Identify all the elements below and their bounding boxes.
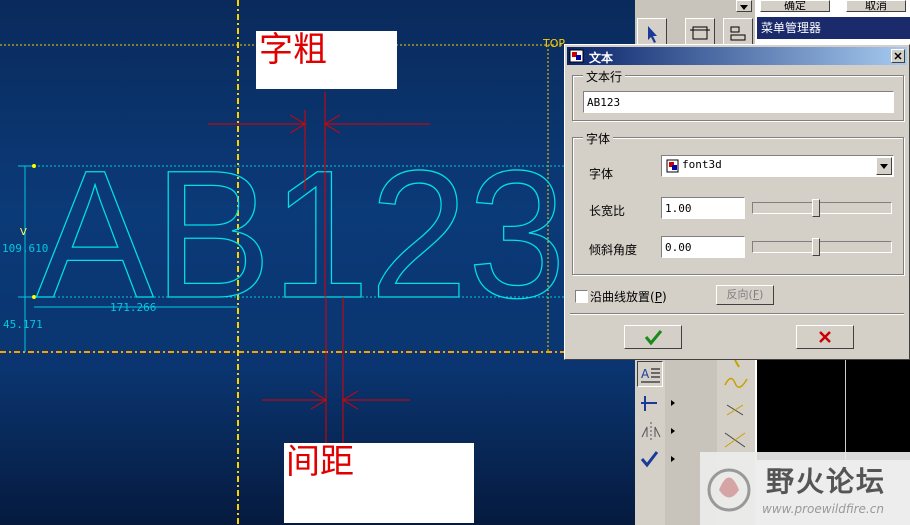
- text-tool-button[interactable]: A: [637, 361, 663, 387]
- dialog-ok-button[interactable]: [624, 325, 682, 349]
- text-preview[interactable]: AB123: [35, 131, 566, 336]
- anno-spacing-box: 间距: [284, 443, 474, 523]
- slant-angle-label: 倾斜角度: [589, 243, 638, 257]
- curve-checkbox-label: 沿曲线放置(P): [590, 290, 667, 304]
- right-panel: [757, 360, 910, 460]
- watermark-site-name: 野火论坛: [766, 465, 887, 498]
- text-dialog: 文本 文本行 字体 字体 font3d 长宽比 倾斜角度 沿曲线放置(P) 反向…: [564, 44, 910, 360]
- aspect-ratio-slider[interactable]: [752, 199, 892, 217]
- curve-tool-icons: [724, 359, 748, 448]
- check-icon: [644, 330, 663, 346]
- left-toolbar-column: A: [635, 355, 675, 525]
- text-icon: A: [641, 367, 660, 383]
- view-label: TOP: [542, 37, 565, 50]
- scroll-down-button[interactable]: [736, 0, 752, 12]
- dialog-app-icon: [569, 49, 584, 63]
- curve-checkbox[interactable]: [575, 290, 588, 303]
- scroll-down-icon: [740, 5, 748, 10]
- dialog-close-button[interactable]: [891, 49, 905, 63]
- aspect-ratio-slider-thumb[interactable]: [811, 199, 820, 217]
- text-line-input[interactable]: [583, 91, 894, 113]
- x-icon: [819, 331, 831, 343]
- menu-manager-header[interactable]: 菜单管理器: [757, 17, 910, 39]
- anno-spacing-label: 间距: [286, 442, 354, 482]
- dialog-separator: [570, 313, 904, 315]
- flame-logo-icon: [707, 468, 751, 512]
- cad-canvas[interactable]: 109.610 V 171.266 45.171 TOP AB123 字粗 间距: [0, 0, 635, 525]
- dialog-cancel-button[interactable]: [796, 325, 854, 349]
- slant-angle-input[interactable]: [661, 236, 745, 258]
- chevron-down-icon: [880, 164, 888, 169]
- curve-checkbox-text: 沿曲线放置: [590, 290, 651, 304]
- trim-tool-button[interactable]: [637, 391, 677, 415]
- trim-icon: [641, 396, 675, 411]
- layout-icon: [730, 26, 746, 41]
- svg-text:A: A: [641, 367, 650, 381]
- aspect-ratio-label: 长宽比: [589, 204, 626, 218]
- cancel-top-button-label: 取消: [865, 0, 887, 12]
- anno-stroke-weight-label: 字粗: [259, 30, 327, 70]
- curve-checkbox-key: P: [654, 290, 662, 304]
- slant-angle-slider-thumb[interactable]: [811, 238, 820, 256]
- rectangle-icon: [690, 26, 710, 40]
- arrow-cursor-icon: [648, 26, 657, 43]
- forum-watermark: 野火论坛 www.proewildfire.cn: [700, 452, 910, 525]
- dialog-title: 文本: [589, 51, 614, 65]
- menu-manager-title: 菜单管理器: [761, 21, 822, 35]
- watermark-site-url: www.proewildfire.cn: [762, 502, 884, 516]
- confirm-button-label: 确定: [784, 0, 806, 12]
- panel-divider: [845, 360, 846, 460]
- dim-v-text: V: [20, 227, 27, 238]
- font-select-value: font3d: [682, 158, 722, 171]
- close-icon: [894, 52, 902, 60]
- font-label: 字体: [589, 167, 614, 181]
- text-line-group-label: 文本行: [583, 68, 626, 85]
- anno-stroke-weight-box: 字粗: [256, 31, 397, 89]
- slant-angle-slider[interactable]: [752, 238, 892, 256]
- mirror-tool-button[interactable]: [637, 419, 677, 443]
- font-dropdown-button[interactable]: [876, 157, 892, 175]
- font-file-icon: [666, 159, 679, 173]
- font-group-label: 字体: [583, 130, 614, 147]
- dialog-titlebar[interactable]: 文本: [567, 47, 907, 65]
- checkmark-icon: [640, 451, 675, 468]
- confirm-button[interactable]: 确定: [760, 0, 830, 12]
- aspect-ratio-input[interactable]: [661, 197, 745, 219]
- reverse-button[interactable]: 反向(F): [716, 285, 774, 305]
- reverse-button-key: F: [752, 288, 760, 301]
- cancel-top-button[interactable]: 取消: [846, 0, 906, 12]
- mirror-icon: [641, 422, 675, 440]
- reverse-button-label: 反向: [726, 288, 749, 301]
- font-select[interactable]: font3d: [661, 155, 894, 177]
- done-tool-button[interactable]: [637, 447, 677, 471]
